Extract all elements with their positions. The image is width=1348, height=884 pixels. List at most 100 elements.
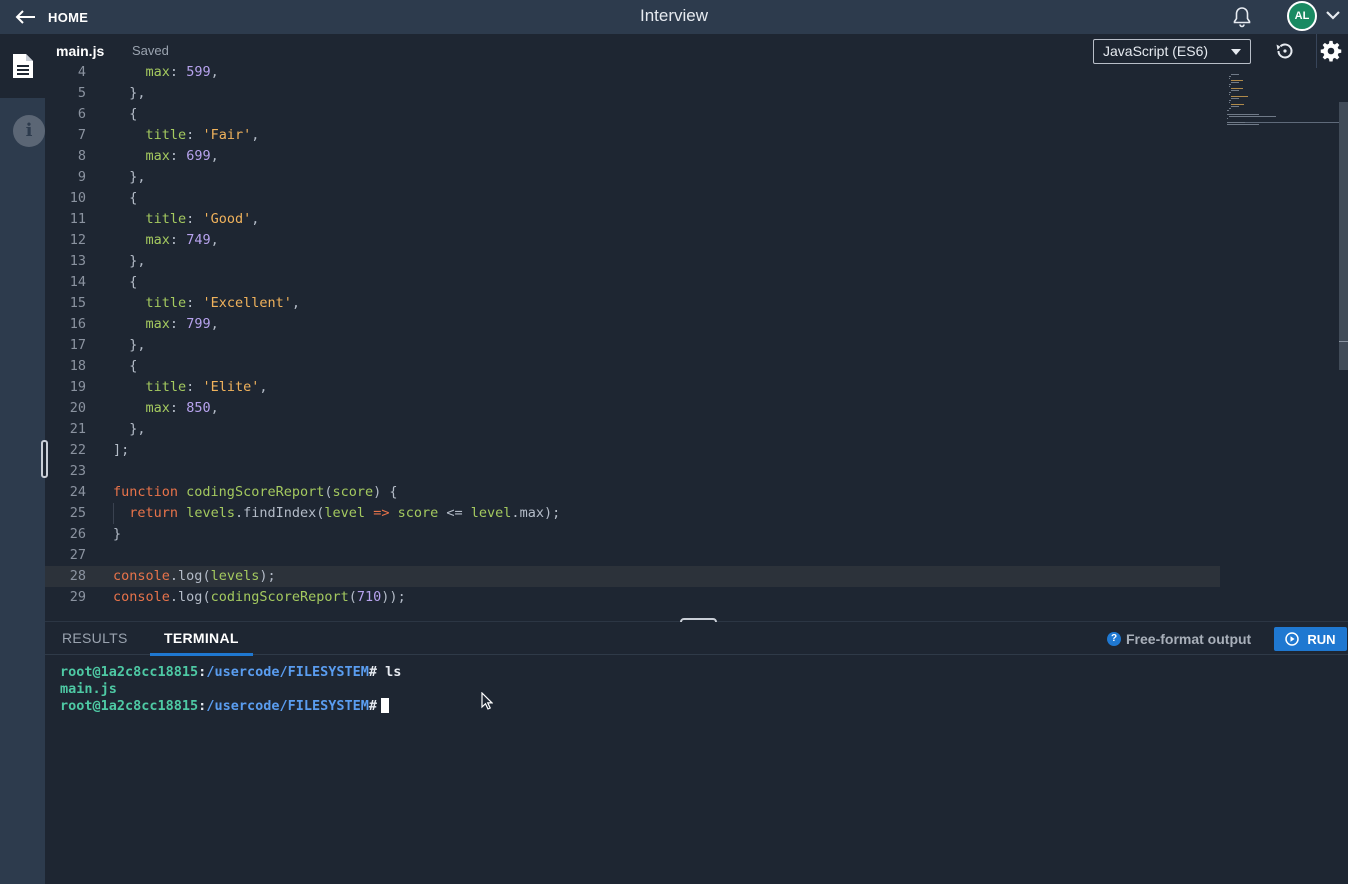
minimap-line [1227,118,1228,119]
code-line[interactable]: 8 max: 699, [45,146,1220,167]
code-line[interactable]: 26} [45,524,1220,545]
code-text: max: 699, [145,148,219,164]
code-line[interactable]: 20 max: 850, [45,398,1220,419]
terminal-command: ls [385,664,402,680]
line-number: 19 [69,379,86,395]
code-line[interactable]: 7 title: 'Fair', [45,125,1220,146]
code-line[interactable]: 12 max: 749, [45,230,1220,251]
bottom-tabs: RESULTS TERMINAL ? Free-format output RU… [45,622,1348,656]
code-line[interactable]: 5 }, [45,83,1220,104]
free-format-output-help[interactable]: ? Free-format output [1107,622,1251,655]
code-line[interactable]: 21 }, [45,419,1220,440]
minimap-line [1228,92,1231,93]
caret-down-icon [1231,49,1241,55]
minimap-line [1230,104,1245,105]
help-label: Free-format output [1126,630,1252,647]
bell-icon[interactable] [1230,5,1254,29]
code-text: title: 'Elite', [145,379,268,395]
terminal-line: root@1a2c8cc18815:/usercode/FILESYSTEM# [60,698,390,715]
code-line[interactable]: 18 { [45,356,1220,377]
code-editor[interactable]: 4 max: 599, 5 }, 6 {7 title: 'Fair', 8 max:… [45,62,1348,618]
play-icon [1285,632,1300,646]
top-bar: HOME Interview AL [0,0,1348,34]
code-text: max: 749, [145,232,219,248]
code-line[interactable]: 23 [45,461,1220,482]
terminal-path: /usercode/FILESYSTEM [206,664,369,680]
code-line[interactable]: 27 [45,545,1220,566]
code-line[interactable]: 10 { [45,188,1220,209]
code-line[interactable]: 13 }, [45,251,1220,272]
left-rail: i [0,34,48,884]
file-explorer-button[interactable] [0,34,45,98]
code-text: { [129,190,138,206]
code-text: { [129,106,138,122]
code-text: title: 'Fair', [145,127,260,143]
code-line[interactable]: 14 { [45,272,1220,293]
run-label: RUN [1307,631,1336,647]
code-text: }, [129,85,146,101]
code-text: function codingScoreReport(score) { [113,484,398,500]
home-button[interactable]: HOME [8,0,88,34]
line-number: 14 [69,274,86,290]
terminal-line: main.js [60,681,117,698]
minimap-line [1228,76,1231,77]
line-number: 25 [69,505,86,521]
terminal-prompt: # [368,664,378,680]
code-line[interactable]: 4 max: 599, [45,62,1220,83]
tab-results[interactable]: RESULTS [62,622,128,655]
help-icon: ? [1107,631,1121,646]
code-line[interactable]: 25 return levels.findIndex(level => scor… [45,503,1220,524]
code-text: { [129,274,138,290]
minimap-line [1227,124,1260,125]
line-number: 20 [69,400,86,416]
line-number: 13 [69,253,86,269]
code-line[interactable]: 19 title: 'Elite', [45,377,1220,398]
minimap-line [1227,122,1245,123]
minimap-line [1230,96,1248,97]
bottom-panel: RESULTS TERMINAL ? Free-format output RU… [45,622,1348,884]
code-text: } [113,526,122,542]
line-number: 5 [77,85,86,101]
line-number: 7 [77,127,86,143]
code-line[interactable]: 22]; [45,440,1220,461]
code-text: console.log(levels); [113,568,276,584]
mouse-pointer-icon [481,692,493,710]
minimap-line [1228,84,1231,85]
minimap-line [1230,80,1244,81]
code-line[interactable]: 28 console.log(levels); [45,566,1220,587]
code-line[interactable]: 9 }, [45,167,1220,188]
code-line[interactable]: 11 title: 'Good', [45,209,1220,230]
line-number: 8 [77,148,86,164]
minimap-line [1228,86,1230,87]
indent-guide [113,503,114,524]
editor-scrollbar[interactable] [1339,102,1348,370]
file-icon [12,54,33,78]
language-select-value: JavaScript (ES6) [1103,43,1209,59]
line-number: 4 [77,64,86,80]
reset-icon[interactable] [1274,40,1296,62]
line-number: 16 [69,316,86,332]
code-line[interactable]: 15 title: 'Excellent', [45,293,1220,314]
minimap-content [1227,68,1339,125]
line-number: 27 [69,547,86,563]
code-line[interactable]: 17 }, [45,335,1220,356]
line-number: 26 [69,526,86,542]
code-line[interactable]: 6 { [45,104,1220,125]
code-line[interactable]: 16 max: 799, [45,314,1220,335]
gear-icon[interactable] [1320,40,1342,62]
tab-terminal[interactable]: TERMINAL [150,622,253,656]
code-text: { [129,358,138,374]
info-icon[interactable]: i [13,115,45,147]
avatar[interactable]: AL [1287,1,1317,31]
minimap-line [1228,108,1231,109]
run-button[interactable]: RUN [1274,627,1347,651]
code-text: max: 850, [145,400,219,416]
language-select[interactable]: JavaScript (ES6) [1093,39,1251,64]
minimap-line [1227,114,1259,115]
terminal[interactable]: root@1a2c8cc18815:/usercode/FILESYSTEM# … [60,662,1330,872]
code-text: }, [129,337,146,353]
terminal-cursor [381,698,390,713]
code-line[interactable]: 29 console.log(codingScoreReport(710)); [45,587,1220,608]
chevron-down-icon[interactable] [1325,9,1341,21]
code-line[interactable]: 24 function codingScoreReport(score) { [45,482,1220,503]
